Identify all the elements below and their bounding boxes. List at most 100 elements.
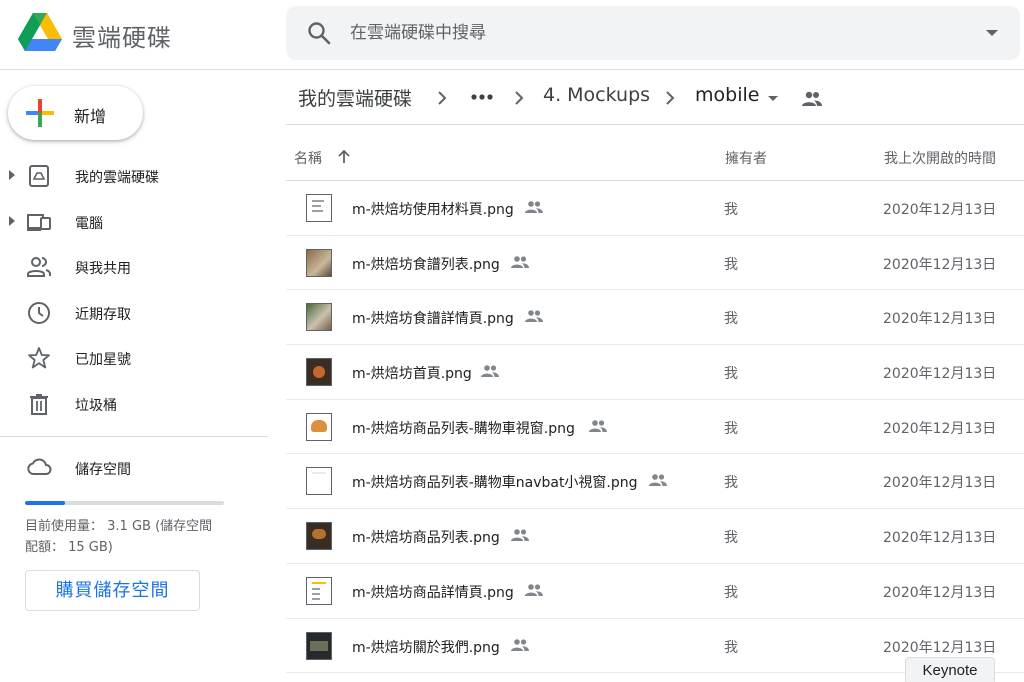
sidebar-item-label: 已加星號 — [75, 352, 131, 368]
sidebar: 新增 我的雲端硬碟 電腦 與我共用 近期存取 已加星號 垃圾桶 儲存空間 目前使… — [0, 70, 270, 682]
sidebar-item-shared-with-me[interactable]: 與我共用 — [0, 244, 268, 290]
sidebar-item-label: 垃圾桶 — [75, 397, 117, 414]
file-owner: 我 — [724, 475, 738, 492]
file-row[interactable]: m-烘焙坊商品列表.png 我 2020年12月13日 — [286, 509, 1024, 564]
file-list-header: 名稱 擁有者 我上次開啟的時間 — [286, 142, 1024, 181]
shared-with-me-icon — [27, 257, 51, 277]
shared-icon — [511, 529, 529, 542]
file-owner: 我 — [724, 530, 738, 547]
sidebar-item-trash[interactable]: 垃圾桶 — [0, 381, 268, 427]
sidebar-item-label: 與我共用 — [75, 261, 131, 277]
sort-ascending-icon[interactable] — [336, 148, 352, 164]
new-button[interactable]: 新增 — [8, 86, 143, 140]
computers-icon — [27, 213, 51, 231]
sidebar-item-recent[interactable]: 近期存取 — [0, 290, 268, 336]
sidebar-item-computers[interactable]: 電腦 — [0, 199, 268, 245]
file-row[interactable]: m-烘焙坊食譜詳情頁.png 我 2020年12月13日 — [286, 290, 1024, 346]
shared-icon — [649, 474, 667, 487]
drive-logo-icon[interactable] — [18, 13, 62, 53]
shared-icon — [511, 255, 529, 268]
file-owner: 我 — [724, 584, 738, 601]
file-last-opened: 2020年12月13日 — [883, 202, 997, 218]
sidebar-item-storage[interactable]: 儲存空間 — [0, 450, 268, 490]
file-last-opened: 2020年12月13日 — [883, 311, 997, 328]
breadcrumb: 我的雲端硬碟 4. Mockups mobile — [286, 70, 1024, 125]
storage-section: 儲存空間 目前使用量： 3.1 GB (儲存空間配額： 15 GB) 購買儲存空… — [0, 450, 268, 611]
file-thumbnail-icon — [306, 576, 332, 605]
new-button-label: 新增 — [74, 107, 107, 126]
file-row[interactable]: m-烘焙坊使用材料頁.png 我 2020年12月13日 — [286, 181, 1024, 236]
expand-caret-icon[interactable] — [9, 215, 15, 226]
folder-menu-dropdown-icon[interactable] — [768, 96, 778, 101]
file-name: m-烘焙坊食譜詳情頁.png — [352, 311, 514, 328]
file-last-opened: 2020年12月13日 — [883, 366, 997, 383]
storage-label: 儲存空間 — [75, 462, 131, 478]
file-name: m-烘焙坊食譜列表.png — [352, 256, 500, 273]
search-icon[interactable] — [306, 20, 332, 46]
file-last-opened: 2020年12月13日 — [883, 475, 997, 492]
sidebar-divider — [0, 436, 268, 437]
storage-usage-text: 目前使用量： 3.1 GB (儲存空間配額： 15 GB) — [25, 519, 213, 555]
shared-icon — [481, 365, 499, 378]
shared-icon — [589, 419, 607, 432]
shared-folder-icon — [802, 91, 822, 106]
file-thumbnail-icon — [306, 194, 332, 222]
file-row[interactable]: m-烘焙坊首頁.png 我 2020年12月13日 — [286, 345, 1024, 400]
app-title: 雲端硬碟 — [72, 24, 172, 52]
breadcrumb-root[interactable]: 我的雲端硬碟 — [298, 84, 412, 111]
sidebar-item-starred[interactable]: 已加星號 — [0, 335, 268, 381]
file-owner: 我 — [724, 639, 738, 656]
chevron-right-icon — [515, 91, 524, 105]
cloud-icon — [27, 458, 52, 475]
plus-icon — [26, 99, 54, 127]
file-row[interactable]: m-烘焙坊商品列表-購物車視窗.png 我 2020年12月13日 — [286, 400, 1024, 455]
file-row[interactable]: m-烘焙坊商品詳情頁.png 我 2020年12月13日 — [286, 564, 1024, 619]
file-owner: 我 — [724, 202, 738, 218]
search-options-dropdown-icon[interactable] — [986, 30, 998, 36]
shared-icon — [525, 310, 543, 323]
sidebar-item-label: 近期存取 — [75, 306, 131, 323]
file-last-opened: 2020年12月13日 — [883, 530, 997, 547]
file-last-opened: 2020年12月13日 — [883, 256, 997, 273]
file-last-opened: 2020年12月13日 — [883, 639, 997, 656]
file-row[interactable]: m-烘焙坊食譜列表.png 我 2020年12月13日 — [286, 236, 1024, 291]
expand-caret-icon[interactable] — [9, 170, 15, 180]
my-drive-icon — [29, 165, 49, 187]
breadcrumb-parent[interactable]: 4. Mockups — [543, 84, 650, 106]
file-name: m-烘焙坊首頁.png — [352, 366, 472, 383]
storage-usage-bar — [25, 501, 224, 505]
recent-icon — [28, 301, 50, 324]
buy-storage-button[interactable]: 購買儲存空間 — [25, 570, 200, 611]
file-owner: 我 — [724, 256, 738, 273]
file-owner: 我 — [724, 420, 738, 437]
search-bar[interactable] — [286, 6, 1020, 60]
file-thumbnail-icon — [306, 248, 332, 277]
trash-icon — [30, 393, 48, 415]
sidebar-item-label: 電腦 — [75, 215, 103, 232]
chevron-right-icon — [666, 91, 675, 105]
file-name: m-烘焙坊商品列表.png — [352, 530, 500, 547]
file-thumbnail-icon — [306, 631, 332, 660]
file-owner: 我 — [724, 366, 738, 383]
file-list: m-烘焙坊使用材料頁.png 我 2020年12月13日 m-烘焙坊食譜列表.p… — [286, 181, 1024, 674]
search-input[interactable] — [350, 6, 950, 60]
sidebar-item-label: 我的雲端硬碟 — [75, 170, 159, 186]
file-thumbnail-icon — [306, 303, 332, 332]
shared-icon — [525, 584, 543, 596]
shared-icon — [525, 201, 543, 213]
breadcrumb-current[interactable]: mobile — [695, 84, 759, 106]
file-name: m-烘焙坊商品列表-購物車navbat小視窗.png — [352, 475, 638, 492]
file-name: m-烘焙坊商品詳情頁.png — [352, 584, 514, 601]
file-row[interactable]: m-烘焙坊商品列表-購物車navbat小視窗.png 我 2020年12月13日 — [286, 454, 1024, 510]
more-folders-icon[interactable] — [470, 92, 494, 102]
file-name: m-烘焙坊商品列表-購物車視窗.png — [352, 420, 575, 437]
column-header-name[interactable]: 名稱 — [294, 148, 322, 168]
sidebar-item-my-drive[interactable]: 我的雲端硬碟 — [0, 153, 268, 199]
dock-tooltip: Keynote — [905, 657, 995, 682]
file-name: m-烘焙坊關於我們.png — [352, 639, 500, 656]
file-thumbnail-icon — [306, 522, 332, 551]
chevron-right-icon — [438, 91, 447, 105]
column-header-last-opened[interactable]: 我上次開啟的時間 — [884, 148, 996, 168]
top-bar: 雲端硬碟 — [0, 0, 1024, 70]
column-header-owner[interactable]: 擁有者 — [725, 148, 767, 168]
